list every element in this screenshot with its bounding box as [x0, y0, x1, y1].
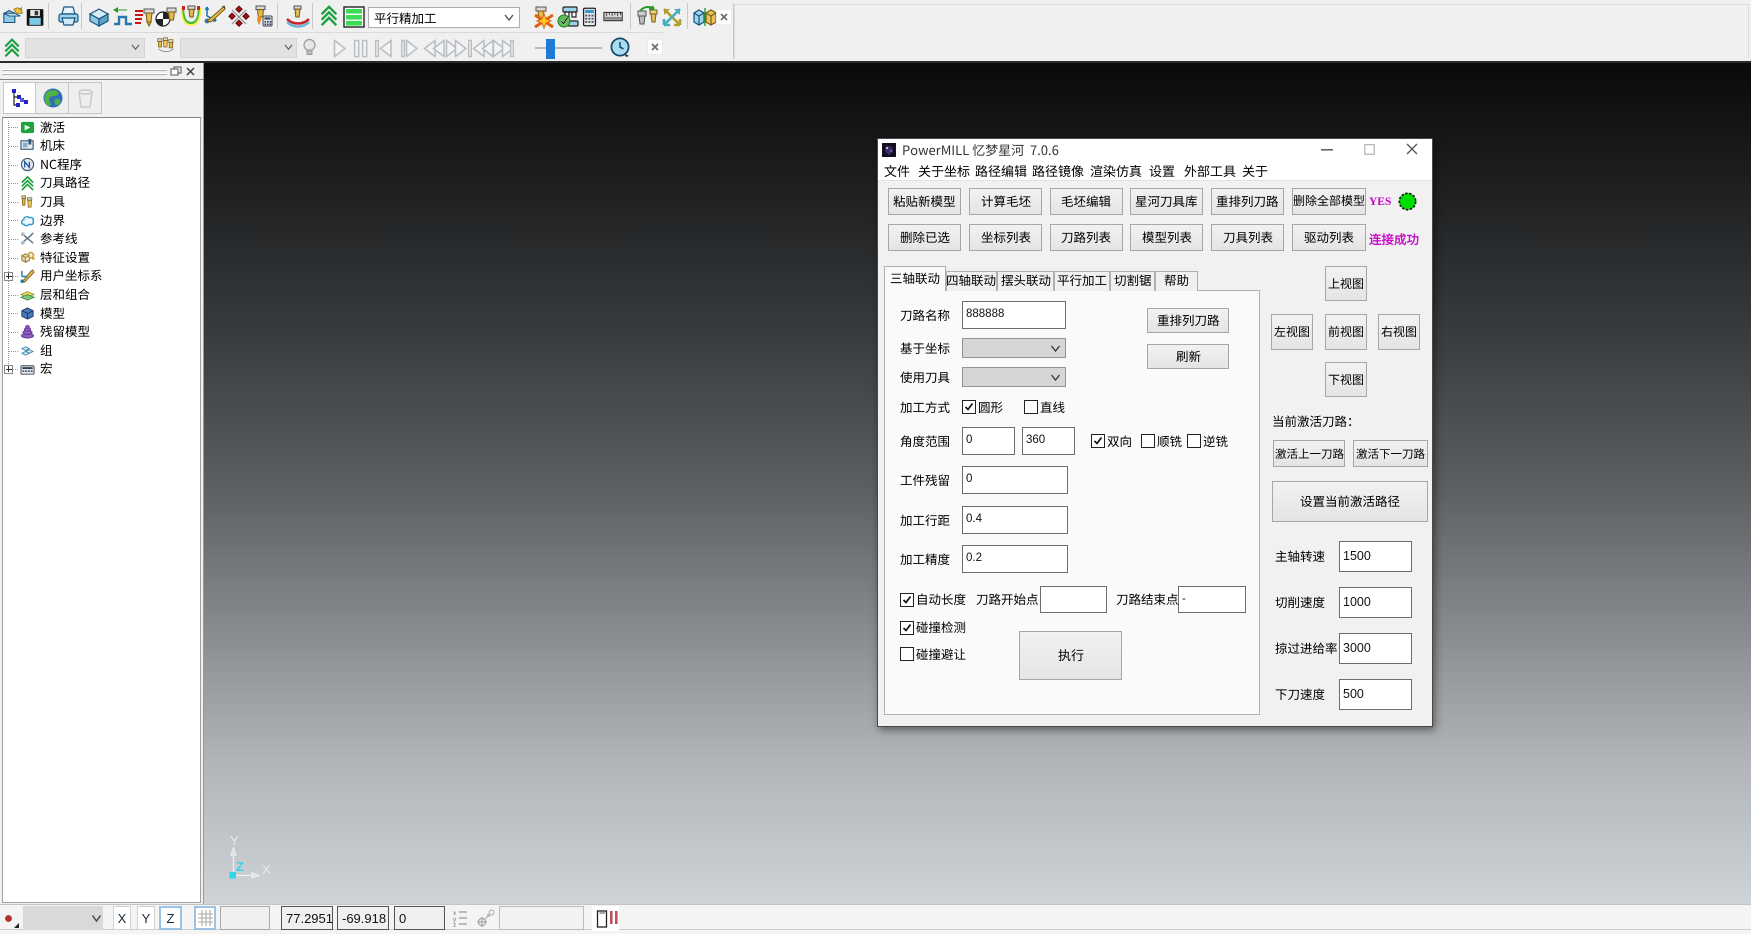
svg-text:Z: Z — [236, 859, 244, 874]
svg-text:z: z — [453, 922, 456, 927]
svg-text:Y: Y — [230, 833, 239, 848]
svg-text:X: X — [262, 862, 271, 877]
